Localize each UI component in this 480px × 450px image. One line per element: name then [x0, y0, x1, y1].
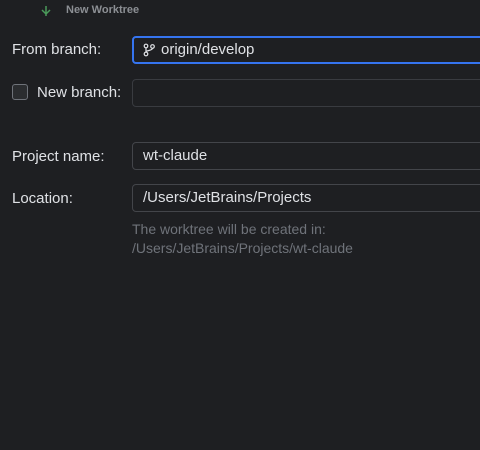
- branch-icon: [143, 41, 155, 57]
- project-name-label: Project name:: [12, 148, 105, 165]
- from-branch-label: From branch:: [12, 41, 102, 58]
- hint-line-1: The worktree will be created in:: [132, 221, 326, 237]
- worktree-path-hint: The worktree will be created in: /Users/…: [132, 220, 353, 258]
- dialog-title: New Worktree: [66, 4, 140, 16]
- new-branch-input[interactable]: [132, 79, 480, 107]
- new-worktree-dialog: New Worktree From branch: origin/develop…: [0, 0, 480, 450]
- project-name-input[interactable]: wt-claude: [132, 142, 480, 170]
- new-branch-label: New branch:: [37, 84, 122, 101]
- app-icon: [40, 4, 52, 16]
- from-branch-value: origin/develop: [161, 41, 255, 58]
- from-branch-select[interactable]: origin/develop: [132, 36, 480, 64]
- location-input[interactable]: /Users/JetBrains/Projects: [132, 184, 480, 212]
- location-label: Location:: [12, 190, 73, 207]
- hint-line-2: /Users/JetBrains/Projects/wt-claude: [132, 240, 353, 256]
- new-branch-checkbox[interactable]: [12, 84, 28, 100]
- dialog-titlebar: New Worktree: [0, 0, 480, 22]
